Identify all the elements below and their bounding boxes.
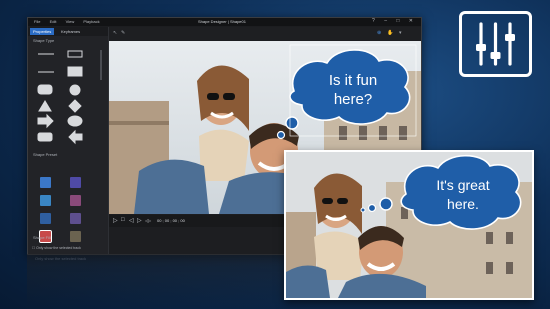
shape-type-grid: [37, 50, 102, 145]
card-bubble-text-line2: here.: [447, 196, 479, 212]
callout-shape[interactable]: [37, 132, 53, 142]
bubble-text-line2: here?: [334, 91, 372, 108]
loop-icon[interactable]: ◁▷: [145, 218, 151, 223]
arrow-left-shape[interactable]: [68, 129, 83, 145]
shape-type-header[interactable]: Shape Type: [28, 36, 108, 45]
arrow-right-shape[interactable]: [37, 113, 54, 129]
preset-sky[interactable]: [40, 195, 51, 206]
select-icon[interactable]: ↖: [113, 30, 117, 36]
only-selected-checkbox[interactable]: ☐ Only show the selected track: [28, 246, 112, 250]
preset-violet[interactable]: [70, 213, 81, 224]
preview-toolbar: ↖ ✎ ⊕ ✋ ▾: [109, 27, 421, 40]
timecode: 00 ; 00 ; 00 ; 00: [157, 218, 185, 223]
preset-blue[interactable]: [40, 177, 51, 188]
panel-tabs: Properties Keyframes: [28, 27, 108, 36]
circle-shape[interactable]: [69, 84, 81, 96]
title-bar: File Edit View Playback Shape Designer |…: [28, 18, 421, 26]
zoom-dropdown-icon[interactable]: ▾: [399, 30, 402, 36]
preset-olive[interactable]: [70, 231, 81, 242]
menu-edit[interactable]: Edit: [50, 19, 57, 24]
next-frame-icon[interactable]: ▷: [137, 217, 142, 224]
menu-view[interactable]: View: [66, 19, 75, 24]
triangle-shape[interactable]: [38, 100, 52, 112]
diamond-shape[interactable]: [68, 99, 82, 113]
left-panel: Properties Keyframes Shape Type Shape Pr: [28, 27, 109, 254]
card-bubble-text-line1: It's great: [436, 177, 489, 193]
window-title: Shape Designer | Shape01: [198, 19, 246, 24]
tab-properties[interactable]: Properties: [30, 28, 55, 35]
shape-preset-header[interactable]: Shape Preset: [28, 150, 62, 159]
hand-icon[interactable]: ✋: [387, 30, 393, 36]
rectangle-shape[interactable]: [67, 66, 83, 77]
shape-fill-header[interactable]: Shape Fill: [28, 233, 56, 242]
menu-file[interactable]: File: [34, 19, 40, 24]
rounded-rect-shape[interactable]: [37, 84, 53, 95]
window-controls[interactable]: ? – □ ✕: [372, 18, 417, 24]
sliders-icon: [459, 11, 532, 77]
reflection-text: Only show the selected track: [35, 256, 87, 261]
menu-playback[interactable]: Playback: [83, 19, 99, 24]
edit-icon[interactable]: ✎: [121, 30, 125, 36]
menu-bar: File Edit View Playback: [34, 19, 108, 24]
rect-outline-shape[interactable]: [67, 50, 83, 58]
stop-icon[interactable]: □: [121, 217, 125, 223]
prev-frame-icon[interactable]: ◁: [129, 217, 134, 224]
tab-keyframes[interactable]: Keyframes: [58, 28, 83, 35]
panel-scrollbar[interactable]: [100, 50, 102, 80]
preset-plum[interactable]: [70, 195, 81, 206]
bubble-text-line1: Is it fun: [329, 72, 377, 89]
preset-navy[interactable]: [40, 213, 51, 224]
speech-bubble-shape[interactable]: [67, 115, 83, 127]
zoom-icon[interactable]: ⊕: [377, 30, 381, 36]
result-photo-card: It's great here.: [284, 150, 534, 300]
play-icon[interactable]: ▷: [113, 217, 118, 224]
only-selected-label: Only show the selected track: [36, 246, 81, 250]
preset-indigo[interactable]: [70, 177, 81, 188]
